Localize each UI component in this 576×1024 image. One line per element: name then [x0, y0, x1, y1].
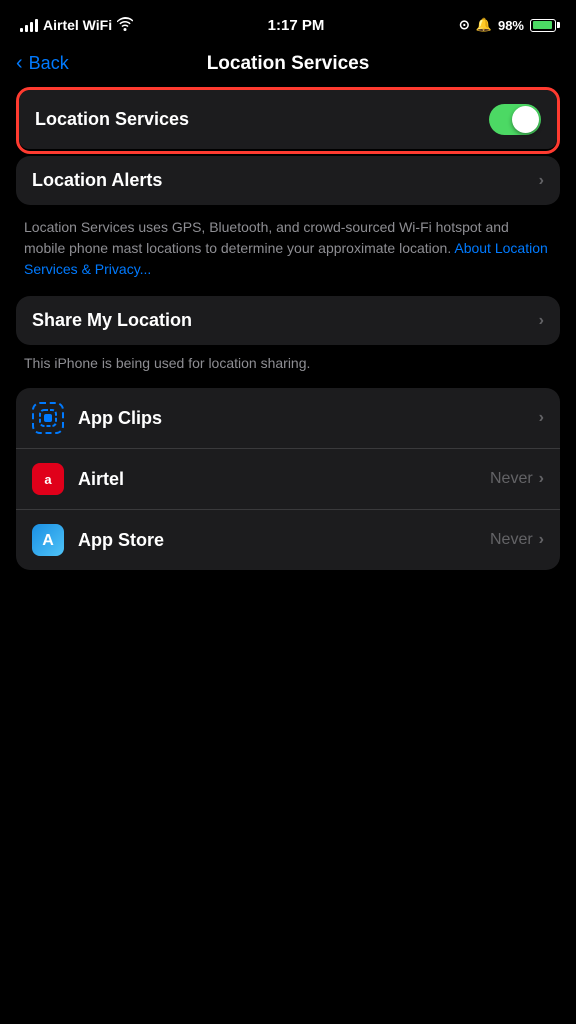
app-clips-label: App Clips — [78, 408, 162, 429]
wifi-icon — [117, 17, 133, 34]
location-services-group: Location Services — [19, 90, 557, 149]
airtel-permission-label: Never — [490, 470, 533, 488]
appstore-left: A App Store — [32, 524, 164, 556]
appstore-permission-label: Never — [490, 531, 533, 549]
location-services-label: Location Services — [35, 109, 189, 130]
appstore-chevron-icon: › — [539, 531, 544, 549]
status-bar: Airtel WiFi 1:17 PM ⊙ 🔔 98% — [0, 0, 576, 44]
appstore-icon: A — [32, 524, 64, 556]
share-my-location-chevron-icon: › — [539, 312, 544, 330]
location-alerts-label: Location Alerts — [32, 170, 162, 191]
svg-text:a: a — [44, 472, 52, 487]
page-title: Location Services — [207, 53, 370, 75]
share-my-location-description: This iPhone is being used for location s… — [16, 345, 560, 388]
appstore-label: App Store — [78, 530, 164, 551]
app-clips-right: › — [539, 409, 544, 427]
back-button[interactable]: ‹ Back — [16, 52, 69, 75]
location-services-toggle[interactable] — [489, 104, 541, 135]
description-section: Location Services uses GPS, Bluetooth, a… — [16, 207, 560, 296]
status-left: Airtel WiFi — [20, 17, 133, 34]
appstore-row[interactable]: A App Store Never › — [16, 510, 560, 570]
appstore-right: Never › — [490, 531, 544, 549]
share-my-location-label: Share My Location — [32, 310, 192, 331]
toggle-thumb — [512, 106, 539, 133]
app-clips-icon — [32, 402, 64, 434]
status-time: 1:17 PM — [268, 17, 325, 34]
battery-icon — [530, 19, 556, 32]
airtel-right: Never › — [490, 470, 544, 488]
location-services-row: Location Services — [19, 90, 557, 149]
nav-bar: ‹ Back Location Services — [0, 44, 576, 87]
app-clips-row[interactable]: App Clips › — [16, 388, 560, 449]
airtel-label: Airtel — [78, 469, 124, 490]
airtel-left: a Airtel — [32, 463, 124, 495]
main-content: Location Services Location Alerts › Loca… — [0, 87, 576, 570]
back-label: Back — [29, 53, 69, 74]
back-chevron-icon: ‹ — [16, 52, 23, 75]
share-my-location-group: Share My Location › — [16, 296, 560, 345]
description-text: Location Services uses GPS, Bluetooth, a… — [24, 219, 509, 256]
app-clips-left: App Clips — [32, 402, 162, 434]
carrier-label: Airtel WiFi — [43, 17, 112, 33]
location-alerts-row[interactable]: Location Alerts › — [16, 156, 560, 205]
airtel-icon: a — [32, 463, 64, 495]
svg-text:A: A — [42, 532, 54, 549]
status-right: ⊙ 🔔 98% — [459, 17, 556, 33]
battery-percent-label: 98% — [498, 18, 524, 33]
alarm-icon: 🔔 — [476, 17, 492, 33]
signal-bars-icon — [20, 18, 38, 32]
app-clips-chevron-icon: › — [539, 409, 544, 427]
share-my-location-row[interactable]: Share My Location › — [16, 296, 560, 345]
location-alerts-chevron-icon: › — [539, 172, 544, 190]
location-services-highlighted: Location Services — [16, 87, 560, 154]
apps-list-group: App Clips › a Airtel Never › — [16, 388, 560, 570]
airtel-chevron-icon: › — [539, 470, 544, 488]
screen-time-icon: ⊙ — [459, 17, 470, 33]
location-alerts-group: Location Alerts › — [16, 156, 560, 205]
airtel-row[interactable]: a Airtel Never › — [16, 449, 560, 510]
